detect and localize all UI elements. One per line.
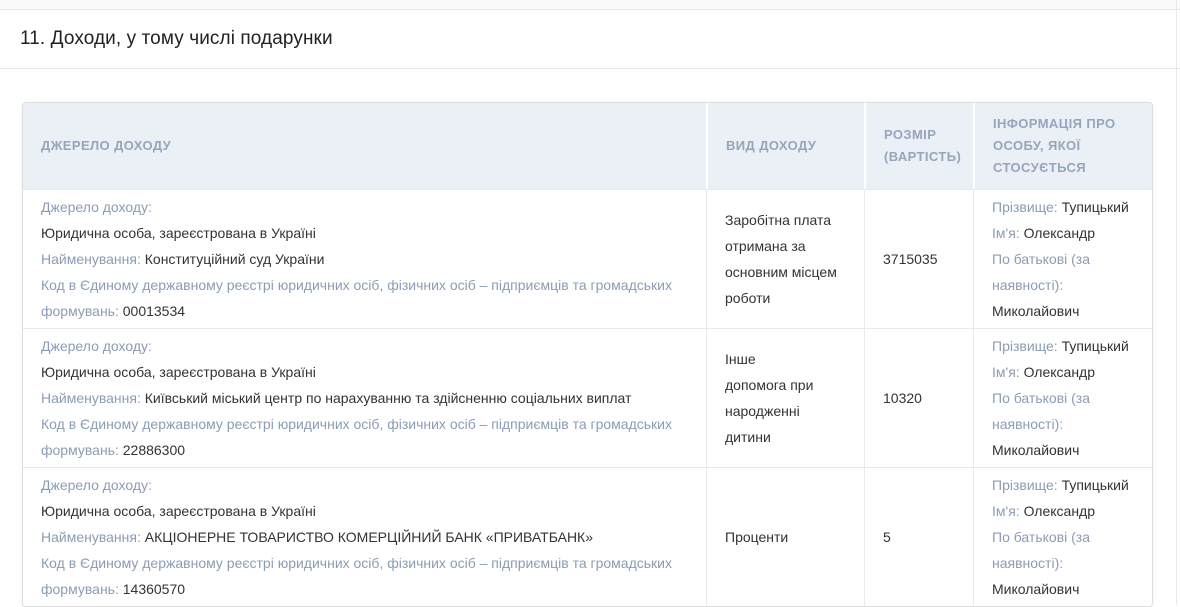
source-label-line: Джерело доходу: <box>41 333 691 359</box>
patronymic-value: Миколайович <box>992 442 1079 458</box>
column-header-income-source: ДЖЕРЕЛО ДОХОДУ <box>23 103 706 189</box>
amount-cell: 3715035 <box>864 189 973 328</box>
name-line: Найменування: Київський міський центр по… <box>41 385 691 411</box>
source-type-value: Юридична особа, зареєстрована в Україні <box>41 498 691 524</box>
source-type-value: Юридична особа, зареєстрована в Україні <box>41 220 691 246</box>
name-label: Найменування: <box>41 529 141 545</box>
income-table: ДЖЕРЕЛО ДОХОДУ ВИД ДОХОДУ РОЗМІР (ВАРТІС… <box>22 102 1153 607</box>
patronymic-value: Миколайович <box>992 581 1079 597</box>
name-value: Київський міський центр по нарахуванню т… <box>145 390 632 406</box>
income-table-grid: ДЖЕРЕЛО ДОХОДУ ВИД ДОХОДУ РОЗМІР (ВАРТІС… <box>23 103 1153 606</box>
table-row: Джерело доходу: Юридична особа, зареєстр… <box>23 328 1153 467</box>
patronymic-label: По батькові (за наявності): <box>992 390 1090 432</box>
table-row: Джерело доходу: Юридична особа, зареєстр… <box>23 467 1153 606</box>
patronymic-label: По батькові (за наявності): <box>992 529 1090 571</box>
name-line: Найменування: Конституційний суд України <box>41 246 691 272</box>
firstname-label: Ім'я: <box>992 364 1020 380</box>
source-label: Джерело доходу: <box>41 338 152 354</box>
source-type-value: Юридична особа, зареєстрована в Україні <box>41 359 691 385</box>
section-header: 11. Доходи, у тому числі подарунки <box>0 10 1180 69</box>
patronymic-value: Миколайович <box>992 303 1079 319</box>
income-source-cell: Джерело доходу: Юридична особа, зареєстр… <box>23 189 706 328</box>
name-label: Найменування: <box>41 251 141 267</box>
income-source-cell: Джерело доходу: Юридична особа, зареєстр… <box>23 467 706 606</box>
firstname-label: Ім'я: <box>992 225 1020 241</box>
patronymic-line: По батькові (за наявності): Миколайович <box>992 385 1139 463</box>
table-row: Джерело доходу: Юридична особа, зареєстр… <box>23 189 1153 328</box>
person-info-cell: Прізвище: Тупицький Ім'я: Олександр По б… <box>973 189 1153 328</box>
patronymic-line: По батькові (за наявності): Миколайович <box>992 246 1139 324</box>
firstname-value: Олександр <box>1024 225 1095 241</box>
surname-line: Прізвище: Тупицький <box>992 472 1139 498</box>
column-header-person-info: ІНФОРМАЦІЯ ПРО ОСОБУ, ЯКОЇ СТОСУЄТЬСЯ <box>973 103 1153 189</box>
code-line: Код в Єдиному державному реєстрі юридичн… <box>41 550 691 602</box>
income-type-cell: Проценти <box>706 467 864 606</box>
code-value: 14360570 <box>123 581 185 597</box>
name-value: Конституційний суд України <box>145 251 325 267</box>
name-line: Найменування: АКЦІОНЕРНЕ ТОВАРИСТВО КОМЕ… <box>41 524 691 550</box>
code-value: 00013534 <box>123 303 185 319</box>
person-info-cell: Прізвище: Тупицький Ім'я: Олександр По б… <box>973 467 1153 606</box>
name-value: АКЦІОНЕРНЕ ТОВАРИСТВО КОМЕРЦІЙНИЙ БАНК «… <box>145 529 593 545</box>
income-type-cell: Заробітна плата отримана за основним міс… <box>706 189 864 328</box>
income-type-cell: Інше допомога при народженні дитини <box>706 328 864 467</box>
firstname-value: Олександр <box>1024 364 1095 380</box>
top-divider <box>0 0 1180 10</box>
code-line: Код в Єдиному державному реєстрі юридичн… <box>41 411 691 463</box>
content-right-border <box>1176 0 1177 605</box>
source-label-line: Джерело доходу: <box>41 194 691 220</box>
patronymic-label: По батькові (за наявності): <box>992 251 1090 293</box>
surname-label: Прізвище: <box>992 477 1058 493</box>
surname-value: Тупицький <box>1062 338 1129 354</box>
firstname-label: Ім'я: <box>992 503 1020 519</box>
surname-value: Тупицький <box>1062 477 1129 493</box>
income-source-cell: Джерело доходу: Юридична особа, зареєстр… <box>23 328 706 467</box>
firstname-value: Олександр <box>1024 503 1095 519</box>
patronymic-line: По батькові (за наявності): Миколайович <box>992 524 1139 602</box>
firstname-line: Ім'я: Олександр <box>992 359 1139 385</box>
name-label: Найменування: <box>41 390 141 406</box>
firstname-line: Ім'я: Олександр <box>992 220 1139 246</box>
surname-label: Прізвище: <box>992 338 1058 354</box>
source-label: Джерело доходу: <box>41 199 152 215</box>
code-value: 22886300 <box>123 442 185 458</box>
code-line: Код в Єдиному державному реєстрі юридичн… <box>41 272 691 324</box>
column-header-income-type: ВИД ДОХОДУ <box>706 103 864 189</box>
surname-label: Прізвище: <box>992 199 1058 215</box>
surname-value: Тупицький <box>1062 199 1129 215</box>
source-label-line: Джерело доходу: <box>41 472 691 498</box>
section-title: 11. Доходи, у тому числі подарунки <box>20 28 333 50</box>
person-info-cell: Прізвище: Тупицький Ім'я: Олександр По б… <box>973 328 1153 467</box>
firstname-line: Ім'я: Олександр <box>992 498 1139 524</box>
source-label: Джерело доходу: <box>41 477 152 493</box>
column-header-amount: РОЗМІР (ВАРТІСТЬ) <box>864 103 973 189</box>
amount-cell: 5 <box>864 467 973 606</box>
surname-line: Прізвище: Тупицький <box>992 333 1139 359</box>
amount-cell: 10320 <box>864 328 973 467</box>
surname-line: Прізвище: Тупицький <box>992 194 1139 220</box>
table-header: ДЖЕРЕЛО ДОХОДУ ВИД ДОХОДУ РОЗМІР (ВАРТІС… <box>23 103 1153 189</box>
